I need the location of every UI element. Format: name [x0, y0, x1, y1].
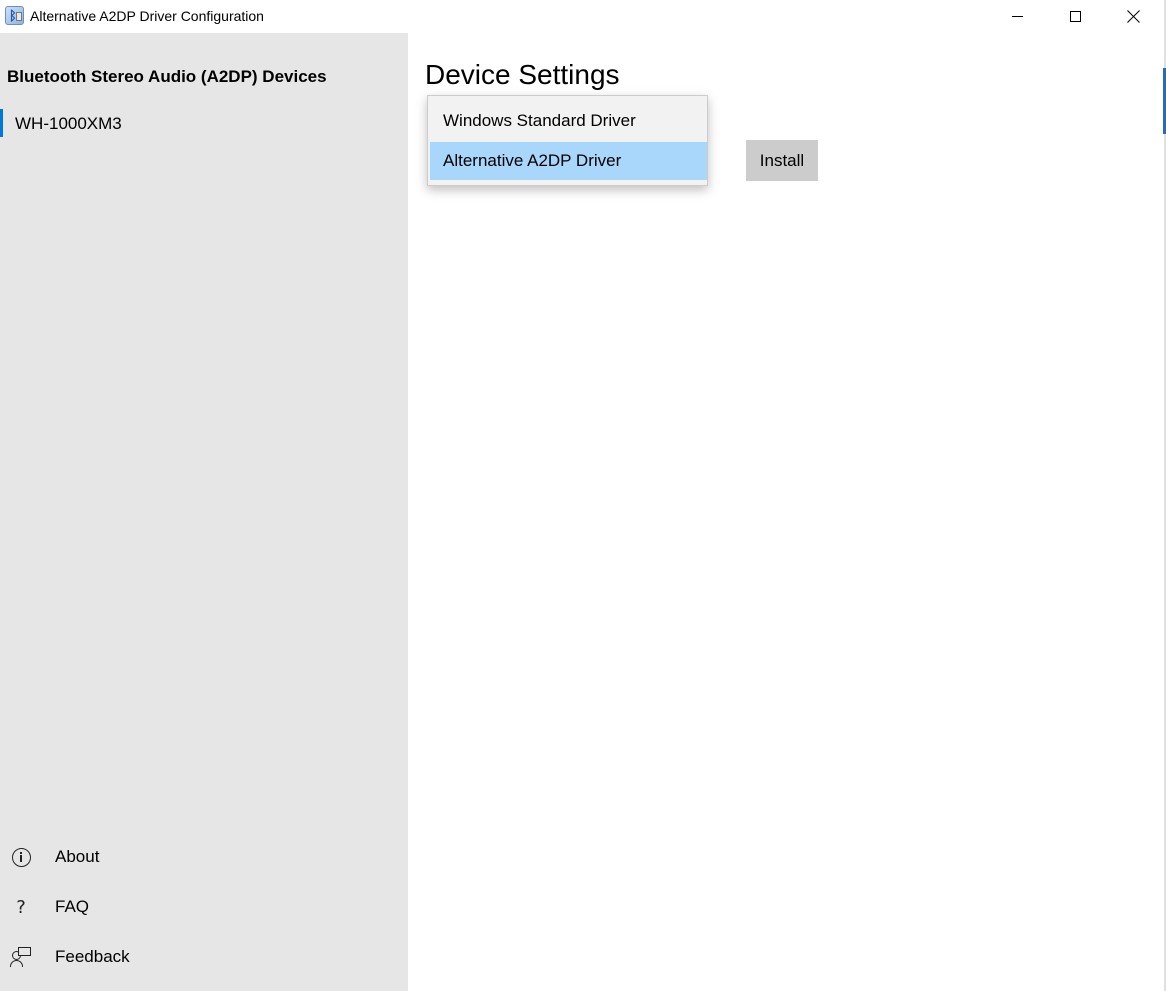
selection-indicator	[0, 109, 3, 137]
install-button[interactable]: Install	[746, 140, 818, 181]
sidebar: Bluetooth Stereo Audio (A2DP) Devices WH…	[0, 33, 408, 991]
close-icon	[1127, 10, 1140, 23]
device-label: WH-1000XM3	[15, 114, 122, 133]
window-title: Alternative A2DP Driver Configuration	[30, 8, 264, 24]
device-item-wh-1000xm3[interactable]: WH-1000XM3	[0, 109, 408, 141]
dropdown-option-label: Alternative A2DP Driver	[443, 151, 622, 170]
dropdown-option-alternative-a2dp[interactable]: Alternative A2DP Driver	[430, 142, 707, 180]
bluetooth-speaker-icon: ᛒ	[5, 6, 24, 25]
dropdown-option-label: Windows Standard Driver	[443, 111, 636, 130]
minimize-icon	[1011, 16, 1023, 17]
nav-label-feedback: Feedback	[55, 947, 130, 966]
title-bar: ᛒ Alternative A2DP Driver Configuration	[0, 0, 1164, 33]
info-icon	[10, 846, 32, 868]
feedback-icon	[10, 946, 32, 968]
minimize-button[interactable]	[988, 0, 1046, 33]
close-button[interactable]	[1104, 0, 1162, 33]
maximize-icon	[1069, 11, 1081, 22]
nav-item-about[interactable]: About	[0, 838, 408, 878]
nav-item-feedback[interactable]: Feedback	[0, 938, 408, 978]
driver-dropdown-list[interactable]: Windows Standard Driver Alternative A2DP…	[427, 95, 708, 186]
page-title: Device Settings	[425, 59, 620, 90]
sidebar-heading: Bluetooth Stereo Audio (A2DP) Devices	[7, 67, 327, 86]
question-icon: ?	[16, 896, 26, 918]
nav-label-faq: FAQ	[55, 897, 90, 916]
maximize-button[interactable]	[1046, 0, 1104, 33]
nav-item-faq[interactable]: ? FAQ	[0, 888, 408, 928]
nav-label-about: About	[55, 847, 100, 866]
dropdown-option-windows-standard[interactable]: Windows Standard Driver	[430, 102, 707, 140]
